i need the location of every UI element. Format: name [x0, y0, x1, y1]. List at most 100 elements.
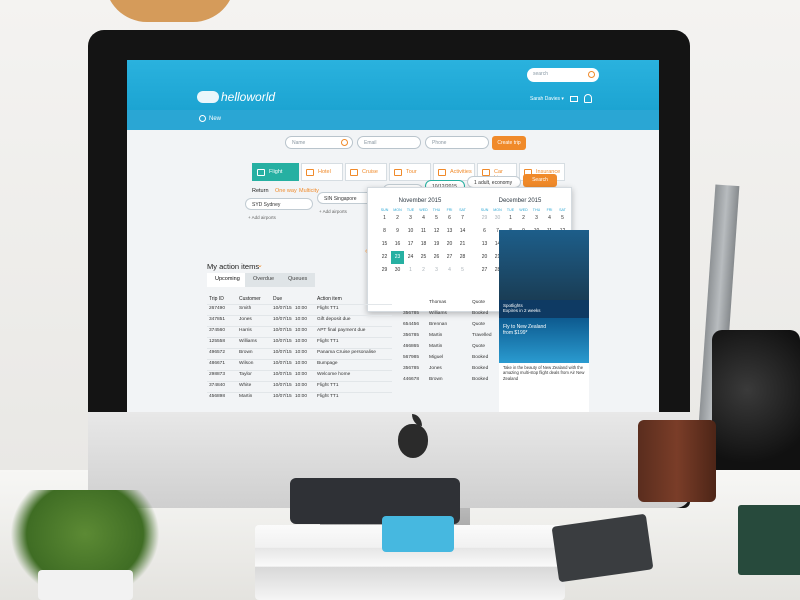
calendar-day[interactable]: 20	[478, 251, 491, 264]
calendar-day[interactable]: 20	[443, 238, 456, 251]
calendar-day[interactable]: 18	[417, 238, 430, 251]
table-cell[interactable]: 267490	[209, 306, 225, 311]
calendar-day[interactable]: 16	[391, 238, 404, 251]
table-cell[interactable]: 356785	[403, 366, 419, 371]
table-cell[interactable]: 456898	[209, 394, 225, 399]
name-field[interactable]: Name	[285, 136, 353, 149]
table-cell[interactable]: 356785	[403, 311, 419, 316]
table-cell[interactable]: 486671	[209, 361, 225, 366]
promo-nz-image[interactable]: Fly to New Zealand from $199*	[499, 318, 589, 363]
column-action-item[interactable]: Action item	[317, 296, 342, 302]
calendar-day[interactable]: 5	[556, 212, 569, 225]
column-trip-id[interactable]: Trip ID	[209, 296, 224, 302]
table-cell[interactable]: 567985	[403, 355, 419, 360]
tab-tour[interactable]: Tour	[389, 163, 431, 181]
table-cell[interactable]: 356785	[403, 333, 419, 338]
table-cell: Quote	[472, 322, 486, 327]
origin-airport-field[interactable]: SYD Sydney	[245, 198, 313, 210]
calendar-day[interactable]: 29	[478, 212, 491, 225]
new-button[interactable]: New	[199, 115, 221, 122]
tab-cruise[interactable]: Cruise	[345, 163, 387, 181]
calendar-day[interactable]: 26	[430, 251, 443, 264]
calendar-day[interactable]: 3	[530, 212, 543, 225]
mail-icon[interactable]	[570, 96, 578, 102]
calendar-day[interactable]: 7	[456, 212, 469, 225]
calendar-day[interactable]: 8	[378, 225, 391, 238]
calendar-day[interactable]: 15	[378, 238, 391, 251]
trip-type-one-way[interactable]: One way	[275, 188, 297, 194]
calendar-week-row: 29 30 1 2 3 4 5	[470, 212, 570, 225]
chevron-down-icon[interactable]: ⌄	[257, 261, 263, 269]
tab-flight[interactable]: Flight	[252, 163, 299, 181]
promo-spotlight-band[interactable]: Spotlights Expires in 2 weeks	[499, 300, 589, 318]
email-field[interactable]: Email	[357, 136, 421, 149]
calendar-day[interactable]: 19	[430, 238, 443, 251]
app-logo[interactable]: helloworld	[197, 90, 275, 104]
calendar-day[interactable]: 6	[478, 225, 491, 238]
calendar-day[interactable]: 2	[417, 264, 430, 277]
calendar-day[interactable]: 1	[504, 212, 517, 225]
calendar-day[interactable]: 11	[417, 225, 430, 238]
create-trip-button[interactable]: Create trip	[492, 136, 526, 150]
user-menu[interactable]: Sarah Davies ▾	[530, 96, 564, 102]
calendar-day[interactable]: 9	[391, 225, 404, 238]
calendar-day[interactable]: 13	[443, 225, 456, 238]
calendar-day[interactable]: 10	[404, 225, 417, 238]
column-customer[interactable]: Customer	[239, 296, 261, 302]
calendar-day[interactable]: 6	[443, 212, 456, 225]
calendar-day[interactable]: 12	[430, 225, 443, 238]
table-cell: Williams	[239, 339, 257, 344]
calendar-day[interactable]: 30	[391, 264, 404, 277]
phone-field[interactable]: Phone	[425, 136, 489, 149]
calendar-day[interactable]: 4	[443, 264, 456, 277]
table-cell[interactable]: 496572	[209, 350, 225, 355]
calendar-day[interactable]: 27	[443, 251, 456, 264]
calendar-day[interactable]: 3	[430, 264, 443, 277]
calendar-day[interactable]: 4	[417, 212, 430, 225]
calendar-day[interactable]: 21	[456, 238, 469, 251]
tab-upcoming[interactable]: Upcoming	[207, 273, 248, 287]
table-cell[interactable]: 446678	[403, 377, 419, 382]
search-icon[interactable]	[588, 71, 595, 78]
calendar-day[interactable]: 22	[378, 251, 391, 264]
table-cell: 10:00	[295, 339, 308, 344]
calendar-day[interactable]: 30	[491, 212, 504, 225]
column-due[interactable]: Due	[273, 296, 282, 302]
flight-search-button[interactable]: Search	[523, 174, 557, 187]
calendar-day[interactable]: 14	[456, 225, 469, 238]
table-cell[interactable]: 347851	[209, 317, 225, 322]
calendar-day[interactable]: 23	[391, 251, 404, 264]
table-cell[interactable]: 466865	[403, 344, 419, 349]
calendar-day[interactable]: 5	[456, 264, 469, 277]
calendar-day[interactable]: 3	[404, 212, 417, 225]
global-search-input[interactable]: search	[527, 68, 599, 82]
search-icon[interactable]	[341, 139, 348, 146]
table-cell[interactable]: 654456	[403, 322, 419, 327]
calendar-day[interactable]: 24	[404, 251, 417, 264]
calendar-day[interactable]: 4	[543, 212, 556, 225]
calendar-day[interactable]: 1	[378, 212, 391, 225]
calendar-day[interactable]: 27	[478, 264, 491, 277]
trip-type-multicity[interactable]: Multicity	[299, 188, 319, 194]
calendar-day[interactable]: 29	[378, 264, 391, 277]
calendar-day[interactable]: 5	[430, 212, 443, 225]
notifications-off-icon[interactable]	[584, 94, 592, 103]
calendar-day[interactable]: 25	[417, 251, 430, 264]
calendar-day[interactable]: 1	[404, 264, 417, 277]
table-cell: 10/07/15	[273, 372, 292, 377]
trip-type-return[interactable]: Return	[252, 188, 269, 194]
calendar-day[interactable]: 13	[478, 238, 491, 251]
tab-queues[interactable]: Queues	[280, 273, 316, 287]
table-cell[interactable]: 374840	[209, 383, 225, 388]
table-cell[interactable]: 298873	[209, 372, 225, 377]
calendar-day[interactable]: 28	[456, 251, 469, 264]
add-airports-origin-link[interactable]: + Add airports	[248, 215, 276, 220]
calendar-day[interactable]: 2	[517, 212, 530, 225]
tab-overdue[interactable]: Overdue	[245, 273, 283, 287]
table-cell[interactable]: 374560	[209, 328, 225, 333]
add-airports-destination-link[interactable]: + Add airports	[319, 209, 347, 214]
tab-hotel[interactable]: Hotel	[301, 163, 343, 181]
calendar-day[interactable]: 2	[391, 212, 404, 225]
table-cell[interactable]: 125558	[209, 339, 225, 344]
calendar-day[interactable]: 17	[404, 238, 417, 251]
